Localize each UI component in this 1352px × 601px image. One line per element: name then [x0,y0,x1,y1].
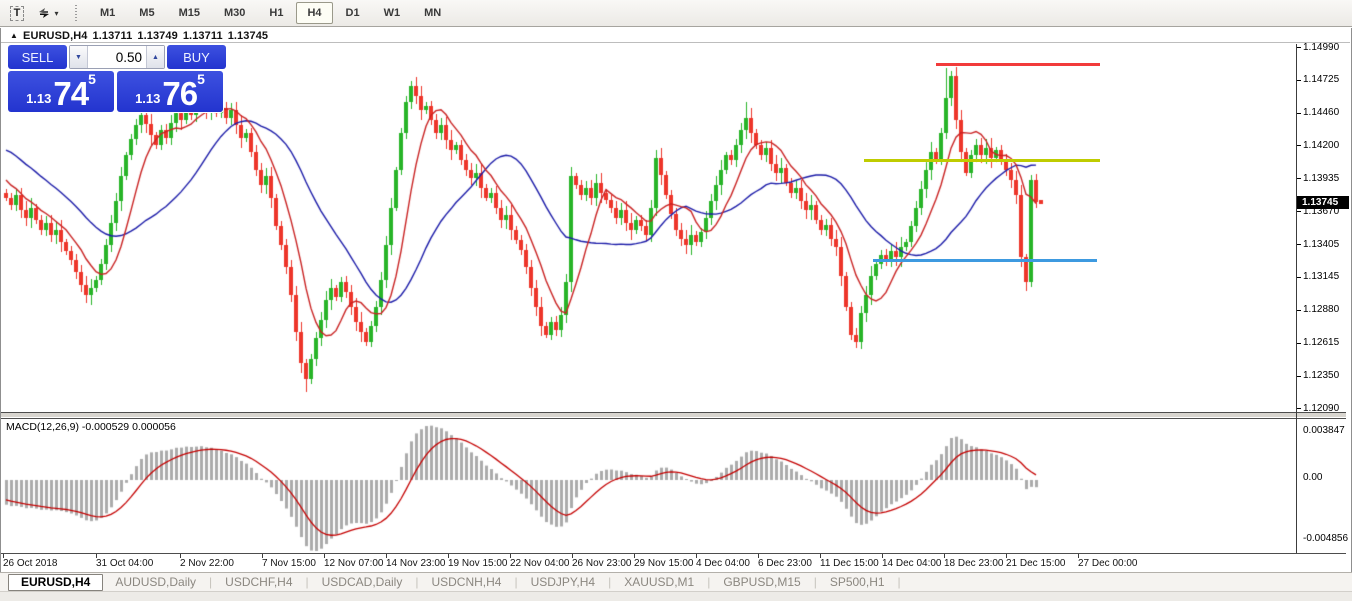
time-axis-label: 18 Dec 23:00 [944,558,1004,569]
price-axis-tick [1297,244,1301,246]
time-axis-label: 22 Nov 04:00 [510,558,570,569]
bottom-tab-usdcnh-h4[interactable]: USDCNH,H4 [419,574,513,590]
time-axis-tick [448,554,449,558]
bottom-tab-usdchf-h4[interactable]: USDCHF,H4 [213,574,304,590]
time-axis-tick [634,554,635,558]
time-axis-label: 12 Nov 07:00 [324,558,384,569]
buy-price-big: 76 [162,75,198,112]
hline-support-blue[interactable] [873,259,1097,262]
price-axis-tick [1297,375,1301,377]
bottom-tab-usdjpy-h4[interactable]: USDJPY,H4 [519,574,607,590]
time-axis-tick [820,554,821,558]
bottom-tab-audusd-daily[interactable]: AUDUSD,Daily [103,574,208,590]
time-axis-tick [324,554,325,558]
macd-indicator-label: MACD(12,26,9) -0.000529 0.000056 [6,421,176,433]
mt4-application: T ▾ M1M5M15M30H1H4D1W1MN ▲ EURUSD,H4 1.1… [0,0,1352,601]
time-axis-label: 31 Oct 04:00 [96,558,154,569]
bottom-tab-gbpusd-m15[interactable]: GBPUSD,M15 [711,574,812,590]
bottom-tab-eurusd-h4[interactable]: EURUSD,H4 [8,573,104,591]
price-axis-tick [1297,112,1301,114]
volume-group: ▼ 0.50 ▲ [69,45,165,69]
volume-decrease-button[interactable]: ▼ [70,46,88,68]
price-axis-label: 1.14990 [1303,41,1340,53]
price-axis-tick [1297,145,1301,147]
time-axis-label: 4 Dec 04:00 [696,558,750,569]
time-axis-label: 11 Dec 15:00 [820,558,879,569]
time-axis-tick [758,554,759,558]
bottom-tab-sp500-h1[interactable]: SP500,H1 [818,574,897,590]
price-axis-label: 1.13935 [1303,172,1340,184]
time-axis-label: 19 Nov 15:00 [448,558,508,569]
tab-separator: | [897,575,901,589]
time-axis-label: 26 Nov 23:00 [572,558,632,569]
time-axis-label: 2 Nov 22:00 [180,558,234,569]
price-axis-tick [1297,47,1301,48]
price-axis-label: 1.12090 [1303,402,1340,414]
price-axis-label: 1.14200 [1303,139,1340,151]
time-axis-tick [96,554,97,558]
time-axis-label: 21 Dec 15:00 [1006,558,1066,569]
macd-top-border [1,418,1346,419]
price-axis-label: 1.12615 [1303,337,1340,349]
price-axis-tick [1297,276,1301,278]
price-axis-tick [1297,79,1301,81]
price-axis-label: 1.12350 [1303,370,1340,382]
time-axis-tick [510,554,511,558]
macd-axis-max: 0.003847 [1303,425,1345,436]
time-axis-label: 7 Nov 15:00 [262,558,316,569]
time-axis-label: 27 Dec 00:00 [1078,558,1138,569]
one-click-trading-panel: SELL ▼ 0.50 ▲ BUY 1.13 74 5 1.13 76 5 [8,45,226,112]
buy-price-display[interactable]: 1.13 76 5 [117,71,223,112]
bottom-tab-xauusd-m1[interactable]: XAUUSD,M1 [612,574,706,590]
chart-tab-bar: EURUSD,H4 AUDUSD,Daily | USDCHF,H4 | USDCAD,D… [0,573,1352,591]
price-axis-label: 1.13405 [1303,238,1340,250]
time-axis-tick [882,554,883,558]
buy-button[interactable]: BUY [167,45,226,69]
time-axis-tick [3,554,4,558]
bottom-tab-usdcad-daily[interactable]: USDCAD,Daily [310,574,415,590]
time-axis-tick [944,554,945,558]
price-axis-tick [1297,408,1301,409]
time-axis-label: 14 Dec 04:00 [882,558,942,569]
price-axis-tick [1297,309,1301,311]
sell-price-prefix: 1.13 [26,91,52,106]
time-axis-tick [1006,554,1007,558]
price-axis-label: 1.12880 [1303,304,1340,316]
volume-input[interactable]: 0.50 [88,46,146,68]
time-axis-tick [180,554,181,558]
price-axis-label: 1.14725 [1303,74,1340,86]
hline-resistance-red[interactable] [936,63,1100,66]
time-axis-tick [696,554,697,558]
sell-price-big: 74 [53,75,89,112]
price-axis-tick [1297,342,1301,344]
sell-button[interactable]: SELL [8,45,67,69]
time-axis-tick [262,554,263,558]
volume-increase-button[interactable]: ▲ [146,46,164,68]
time-axis-tick [386,554,387,558]
price-axis-label: 1.13145 [1303,271,1340,283]
macd-bottom-border [1,553,1346,554]
price-axis-tick [1297,211,1301,213]
time-axis-tick [1078,554,1079,558]
price-axis-label: 1.14460 [1303,107,1340,119]
panel-splitter[interactable] [1,413,1346,417]
sell-price-display[interactable]: 1.13 74 5 [8,71,114,112]
time-axis-tick [572,554,573,558]
time-axis-label: 14 Nov 23:00 [386,558,446,569]
buy-price-prefix: 1.13 [135,91,161,106]
macd-axis-zero: 0.00 [1303,472,1323,483]
time-axis-label: 6 Dec 23:00 [758,558,812,569]
time-axis-label: 29 Nov 15:00 [634,558,694,569]
hline-pivot-yellow[interactable] [864,159,1100,162]
sell-price-sup: 5 [88,71,96,87]
current-price-badge: 1.13745 [1297,196,1349,209]
macd-axis-min: -0.004856 [1303,533,1349,544]
price-axis-border [1296,44,1297,553]
price-axis-tick [1297,178,1301,180]
buy-price-sup: 5 [197,71,205,87]
time-axis-label: 26 Oct 2018 [3,558,58,569]
